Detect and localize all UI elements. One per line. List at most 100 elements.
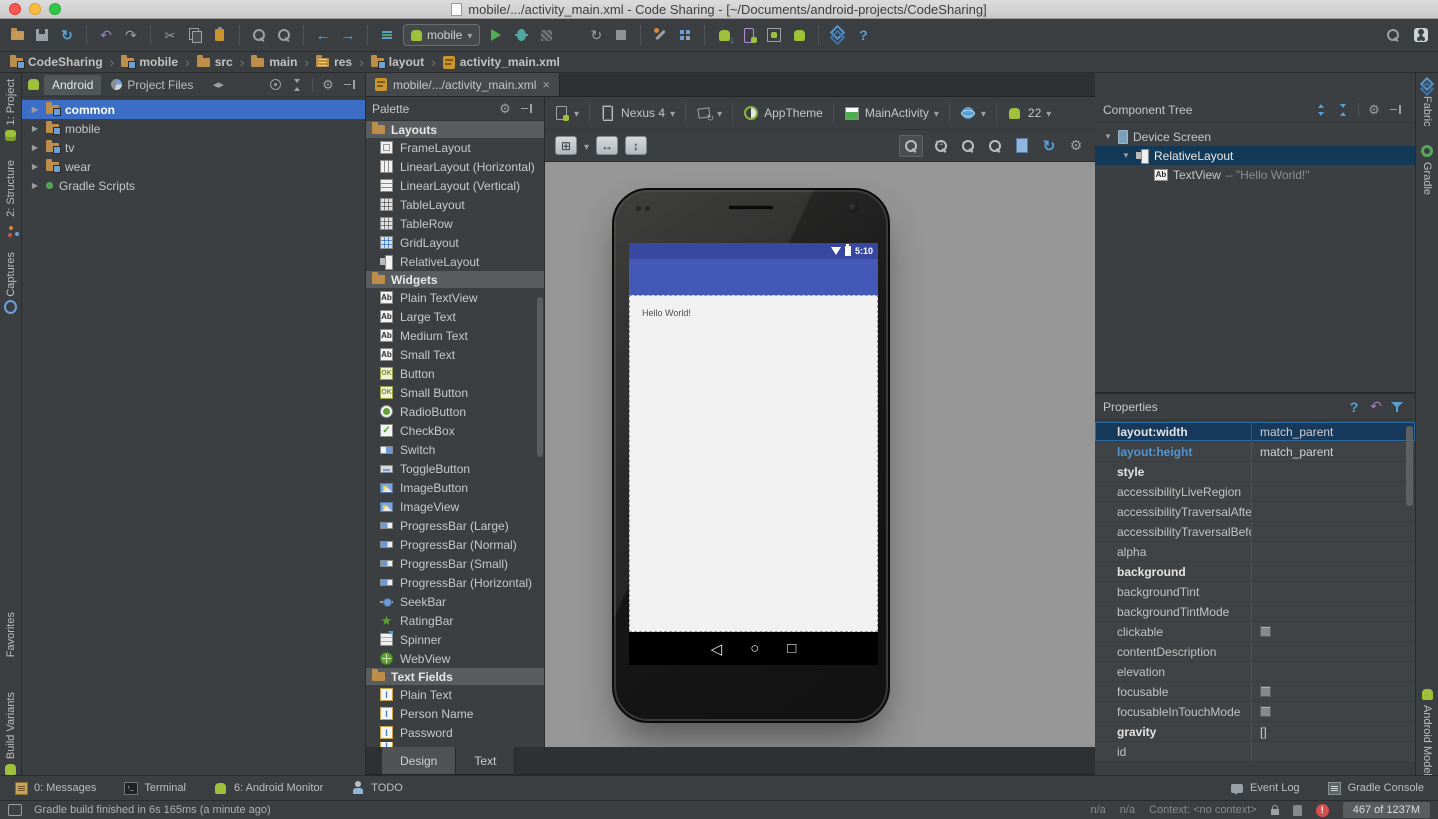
property-value[interactable] bbox=[1252, 662, 1415, 681]
breadcrumb-codesharing[interactable]: CodeSharing bbox=[10, 55, 103, 69]
palette-item-plain-text[interactable]: Plain Text bbox=[366, 685, 544, 704]
palette-item-small-button[interactable]: Small Button bbox=[366, 383, 544, 402]
design-config-orient[interactable] bbox=[696, 105, 722, 121]
project-tree-item-tv[interactable]: tv bbox=[22, 138, 365, 157]
palette-item-tablelayout[interactable]: TableLayout bbox=[366, 195, 544, 214]
expander-icon[interactable] bbox=[1121, 151, 1131, 160]
preview-content-area[interactable]: Hello World! bbox=[629, 295, 878, 632]
hide-panel-icon[interactable] bbox=[1389, 103, 1403, 117]
device-screen-preview[interactable]: 5:10 Hello World! bbox=[629, 243, 878, 665]
design-config-droid[interactable]: 22 bbox=[1007, 105, 1051, 121]
zoom-fit-screen-button[interactable]: ⊞ bbox=[555, 136, 577, 155]
expander-icon[interactable] bbox=[30, 143, 40, 152]
palette-item-large-text[interactable]: Large Text bbox=[366, 307, 544, 326]
design-config-phone[interactable]: Nexus 4 bbox=[600, 105, 675, 121]
error-notification-icon[interactable]: ! bbox=[1316, 804, 1329, 817]
debug-icon[interactable] bbox=[512, 26, 530, 44]
breadcrumb-main[interactable]: main bbox=[251, 55, 297, 69]
property-value[interactable]: match_parent bbox=[1252, 422, 1415, 441]
gear-icon[interactable] bbox=[498, 102, 512, 116]
design-canvas[interactable]: 5:10 Hello World! bbox=[545, 162, 1095, 747]
palette-scrollbar[interactable] bbox=[537, 297, 543, 457]
palette-item-medium-text[interactable]: Medium Text bbox=[366, 326, 544, 345]
stop-icon[interactable] bbox=[612, 26, 630, 44]
palette-item-progressbar-large[interactable]: ProgressBar (Large) bbox=[366, 516, 544, 535]
toolwindow-button-event-log[interactable]: Event Log bbox=[1230, 781, 1300, 795]
toolwindow-button-0-messages[interactable]: 0: Messages bbox=[14, 781, 96, 795]
collapse-all-icon[interactable] bbox=[290, 78, 304, 92]
property-value[interactable] bbox=[1252, 602, 1415, 621]
property-row-layout-height[interactable]: layout:heightmatch_parent bbox=[1095, 442, 1415, 461]
palette-item-small-text[interactable]: Small Text bbox=[366, 345, 544, 364]
palette-item-tablerow[interactable]: TableRow bbox=[366, 214, 544, 233]
property-row-backgroundtint[interactable]: backgroundTint bbox=[1095, 582, 1415, 601]
palette-item-checkbox[interactable]: CheckBox bbox=[366, 421, 544, 440]
render-options-gear-icon[interactable]: ⚙ bbox=[1067, 137, 1085, 155]
palette-item-framelayout[interactable]: FrameLayout bbox=[366, 138, 544, 157]
tool-stripe-gradle[interactable]: Gradle bbox=[1421, 145, 1434, 195]
paste-icon[interactable] bbox=[211, 26, 229, 44]
checkbox[interactable] bbox=[1260, 686, 1271, 697]
tool-stripe-1-project[interactable]: 1: Project bbox=[4, 79, 17, 142]
palette-item-togglebutton[interactable]: ToggleButton bbox=[366, 459, 544, 478]
open-folder-icon[interactable] bbox=[8, 26, 26, 44]
locate-file-icon[interactable] bbox=[268, 78, 282, 92]
zoom-in-icon[interactable]: + bbox=[959, 137, 977, 155]
project-tree-item-mobile[interactable]: mobile bbox=[22, 119, 365, 138]
lock-icon[interactable] bbox=[1271, 809, 1279, 815]
zoom-fit-icon[interactable] bbox=[899, 135, 923, 157]
property-value[interactable] bbox=[1252, 562, 1415, 581]
palette-item-ratingbar[interactable]: RatingBar bbox=[366, 611, 544, 630]
redo-icon[interactable]: ↷ bbox=[122, 26, 140, 44]
switch-view-icon[interactable]: ◂▸ bbox=[211, 78, 225, 92]
toolwindow-button-6-android-monitor[interactable]: 6: Android Monitor bbox=[214, 781, 323, 795]
gear-icon[interactable] bbox=[1367, 103, 1381, 117]
sync-icon[interactable]: ↻ bbox=[58, 26, 76, 44]
expander-icon[interactable] bbox=[30, 181, 40, 190]
palette-item-imagebutton[interactable]: ImageButton bbox=[366, 478, 544, 497]
expander-icon[interactable] bbox=[1103, 132, 1113, 141]
breadcrumb-src[interactable]: src bbox=[197, 55, 233, 69]
toolwindow-button-todo[interactable]: TODO bbox=[351, 781, 403, 795]
editor-mode-tab-text[interactable]: Text bbox=[456, 747, 515, 774]
palette-item-switch[interactable]: Switch bbox=[366, 440, 544, 459]
android-box-icon[interactable] bbox=[765, 26, 783, 44]
layers-icon[interactable] bbox=[829, 26, 847, 44]
find-usages-icon[interactable] bbox=[275, 26, 293, 44]
copy-icon[interactable] bbox=[186, 26, 204, 44]
palette-item-progressbar-normal[interactable]: ProgressBar (Normal) bbox=[366, 535, 544, 554]
palette-section-layouts[interactable]: Layouts bbox=[366, 121, 544, 138]
cut-icon[interactable]: ✂ bbox=[161, 26, 179, 44]
property-value[interactable] bbox=[1252, 522, 1415, 541]
property-value[interactable] bbox=[1252, 642, 1415, 661]
hide-panel-icon[interactable] bbox=[343, 78, 357, 92]
breadcrumb-layout[interactable]: layout bbox=[371, 55, 424, 69]
project-tree-item-gradle-scripts[interactable]: Gradle Scripts bbox=[22, 176, 365, 195]
property-value[interactable] bbox=[1252, 462, 1415, 481]
run-icon[interactable] bbox=[487, 26, 505, 44]
property-row-background[interactable]: background bbox=[1095, 562, 1415, 581]
help-icon[interactable]: ? bbox=[854, 26, 872, 44]
revert-icon[interactable]: ↶ bbox=[1369, 400, 1383, 414]
memory-indicator[interactable]: 467 of 1237M bbox=[1343, 802, 1430, 818]
palette-item-person-name[interactable]: Person Name bbox=[366, 704, 544, 723]
settings-icon[interactable] bbox=[651, 26, 669, 44]
zoom-actual-icon[interactable]: 1:1 bbox=[932, 137, 950, 155]
checkbox[interactable] bbox=[1260, 626, 1271, 637]
palette-item-gridlayout[interactable]: GridLayout bbox=[366, 233, 544, 252]
palette-item-password[interactable]: Password bbox=[366, 723, 544, 742]
hide-panel-icon[interactable] bbox=[520, 102, 534, 116]
close-tab-icon[interactable] bbox=[542, 77, 550, 92]
run-configuration-selector[interactable]: mobile bbox=[403, 24, 480, 46]
make-icon[interactable] bbox=[378, 26, 396, 44]
checkbox[interactable] bbox=[1260, 706, 1271, 717]
project-structure-icon[interactable] bbox=[676, 26, 694, 44]
property-row-alpha[interactable]: alpha bbox=[1095, 542, 1415, 561]
tool-stripe-build-variants[interactable]: Build Variants bbox=[4, 692, 17, 776]
component-tree-item-textview[interactable]: TextView– "Hello World!" bbox=[1095, 165, 1415, 184]
palette-item-radiobutton[interactable]: RadioButton bbox=[366, 402, 544, 421]
expander-icon[interactable] bbox=[30, 162, 40, 171]
property-row-accessibilitytraversalbefore[interactable]: accessibilityTraversalBefore bbox=[1095, 522, 1415, 541]
editor-mode-tab-design[interactable]: Design bbox=[382, 747, 456, 774]
fit-height-button[interactable]: ↕ bbox=[625, 136, 647, 155]
